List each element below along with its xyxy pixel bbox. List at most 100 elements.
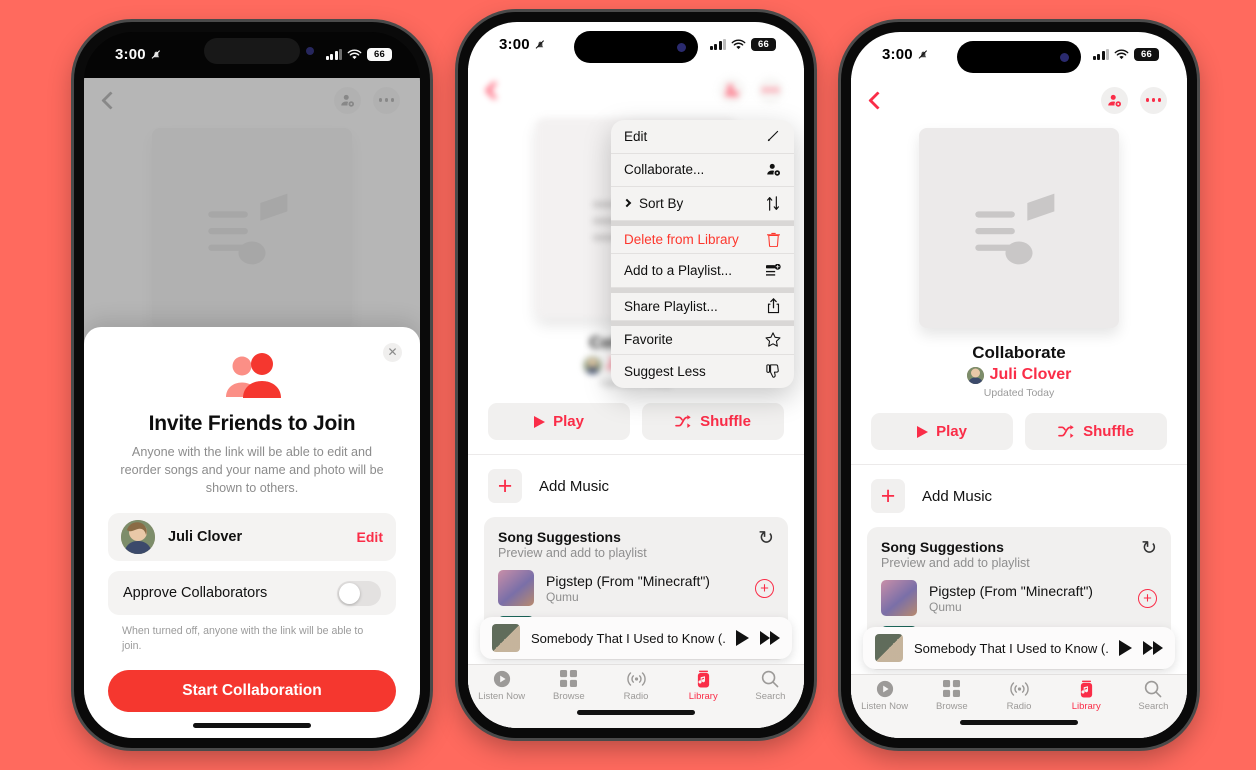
tab-label: Search: [755, 691, 786, 702]
list-item[interactable]: Pigstep (From "Minecraft") Qumu +: [881, 570, 1157, 616]
shuffle-icon: [675, 415, 691, 428]
close-icon[interactable]: ✕: [383, 342, 402, 362]
approve-collaborators-row[interactable]: Approve Collaborators: [108, 571, 396, 616]
menu-item-delete-from-library[interactable]: Delete from Library: [611, 220, 794, 254]
song-title: Pigstep (From "Minecraft"): [546, 572, 710, 589]
person-add-icon[interactable]: [718, 76, 745, 104]
plus-icon: +: [488, 469, 522, 503]
refresh-icon[interactable]: ↻: [1141, 539, 1157, 558]
play-icon[interactable]: [1119, 640, 1132, 656]
phone-2-screen: 3:00 66 Play Shuffle + Add Music Song Su…: [468, 22, 804, 728]
song-artist: Qumu: [929, 599, 962, 614]
plus-circle-icon[interactable]: +: [755, 578, 774, 598]
battery-indicator: 66: [1134, 48, 1159, 61]
add-music-row[interactable]: + Add Music: [851, 464, 1187, 525]
home-indicator: [851, 720, 1187, 738]
pencil-icon: [765, 128, 781, 144]
tab-library[interactable]: Library: [670, 669, 737, 702]
bottom-bars: Somebody That I Used to Know (... Listen…: [851, 627, 1187, 738]
face-id-dot-icon: [1060, 52, 1069, 62]
shuffle-button[interactable]: Shuffle: [642, 403, 784, 440]
menu-item-sort-by[interactable]: Sort By: [611, 187, 794, 221]
play-icon: [917, 425, 929, 438]
menu-item-label: Sort By: [639, 195, 684, 211]
nav-bar: [851, 78, 1187, 122]
refresh-icon[interactable]: ↻: [758, 529, 774, 548]
person-add-icon: [765, 162, 781, 178]
status-time-text: 3:00: [882, 46, 913, 63]
shuffle-button[interactable]: Shuffle: [1025, 413, 1167, 450]
edit-button[interactable]: Edit: [357, 529, 383, 545]
menu-item-label: Collaborate...: [624, 162, 705, 178]
approve-collaborators-label: Approve Collaborators: [123, 585, 268, 602]
mini-player[interactable]: Somebody That I Used to Know (...: [863, 627, 1175, 669]
song-artwork: [881, 580, 917, 616]
menu-item-favorite[interactable]: Favorite: [611, 321, 794, 355]
tab-label: Browse: [935, 701, 968, 712]
menu-item-suggest-less[interactable]: Suggest Less: [611, 355, 794, 389]
playlist-owner[interactable]: Juli Clover: [851, 366, 1187, 384]
tab-browse[interactable]: Browse: [535, 669, 602, 702]
menu-item-label: Add to a Playlist...: [624, 262, 733, 278]
person-add-icon[interactable]: [1101, 86, 1128, 114]
tab-label: Radio: [623, 691, 649, 702]
tab-radio[interactable]: Radio: [602, 669, 669, 702]
tab-radio[interactable]: Radio: [985, 679, 1052, 712]
chevron-left-icon[interactable]: [868, 90, 887, 110]
add-music-row[interactable]: + Add Music: [468, 454, 804, 515]
bell-slash-icon: [918, 50, 927, 59]
ellipsis-icon[interactable]: [1140, 86, 1167, 114]
tab-search[interactable]: Search: [1120, 679, 1187, 712]
invite-sheet: ✕ Invite Friends to Join Anyone with the…: [84, 326, 420, 738]
play-icon: [534, 415, 546, 428]
tab-listen-now[interactable]: Listen Now: [468, 669, 535, 702]
search-icon: [1144, 679, 1162, 698]
star-icon: [765, 332, 781, 348]
status-indicators: 66: [709, 38, 776, 51]
song-suggestions-title: Song Suggestions: [498, 529, 621, 545]
menu-item-label: Suggest Less: [624, 363, 706, 379]
tab-browse[interactable]: Browse: [918, 679, 985, 712]
cellular-bars-icon: [1092, 49, 1109, 60]
playlist-title: Collaborate: [972, 343, 1066, 362]
start-collaboration-button[interactable]: Start Collaboration: [108, 670, 396, 712]
play-circle-icon: [493, 669, 511, 688]
battery-indicator: 66: [751, 38, 776, 51]
thumbs-down-icon: [765, 363, 781, 379]
menu-item-edit[interactable]: Edit: [611, 120, 794, 154]
song-artwork: [498, 570, 534, 606]
chevron-left-icon[interactable]: [485, 80, 504, 100]
tab-bar: Listen Now Browse Radio Library Search: [468, 664, 804, 710]
now-playing-title: Somebody That I Used to Know (...: [914, 640, 1108, 656]
play-icon[interactable]: [736, 630, 749, 646]
wifi-icon: [731, 38, 746, 49]
song-title: Pigstep (From "Minecraft"): [929, 582, 1093, 599]
song-suggestions-header: Song Suggestions Preview and add to play…: [881, 539, 1157, 570]
menu-item-collaborate[interactable]: Collaborate...: [611, 154, 794, 187]
menu-item-label: Edit: [624, 128, 648, 144]
face-id-dot-icon: [677, 42, 686, 52]
song-suggestions-header: Song Suggestions Preview and add to play…: [498, 529, 774, 560]
tab-listen-now[interactable]: Listen Now: [851, 679, 918, 712]
plus-circle-icon[interactable]: +: [1138, 588, 1157, 608]
play-button[interactable]: Play: [488, 403, 630, 440]
approve-collaborators-toggle[interactable]: [337, 580, 381, 606]
fast-forward-icon[interactable]: [1143, 641, 1163, 655]
mini-player[interactable]: Somebody That I Used to Know (...: [480, 617, 792, 659]
tab-library[interactable]: Library: [1053, 679, 1120, 712]
tab-label: Browse: [552, 691, 585, 702]
menu-item-label: Delete from Library: [624, 231, 739, 247]
phone-3: 3:00 66 Collaborate Juli Clover Updated …: [841, 22, 1197, 748]
menu-item-add-to-playlist[interactable]: Add to a Playlist...: [611, 254, 794, 288]
song-suggestions-title: Song Suggestions: [881, 539, 1004, 555]
ellipsis-icon[interactable]: [757, 76, 784, 104]
list-item[interactable]: Pigstep (From "Minecraft") Qumu +: [498, 560, 774, 606]
user-row[interactable]: Juli Clover Edit: [108, 513, 396, 562]
fast-forward-icon[interactable]: [760, 631, 780, 645]
playlist-artwork: [919, 128, 1119, 328]
tab-search[interactable]: Search: [737, 669, 804, 702]
context-menu: Edit Collaborate... Sort By Delete from …: [611, 120, 794, 388]
play-button[interactable]: Play: [871, 413, 1013, 450]
menu-item-share-playlist[interactable]: Share Playlist...: [611, 287, 794, 321]
broadcast-icon: [626, 669, 647, 688]
